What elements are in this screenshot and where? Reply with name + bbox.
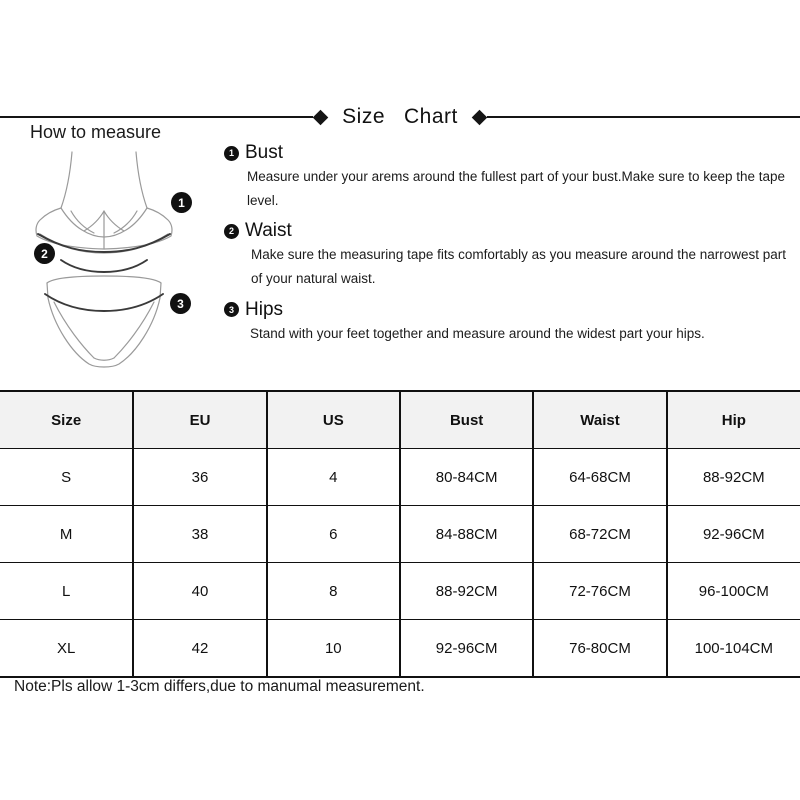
column-header-us: US	[265, 390, 400, 449]
cell-us: 8	[265, 562, 400, 620]
column-header-size: Size	[0, 390, 134, 449]
cell-waist: 64-68CM	[532, 448, 667, 506]
instruction-waist-title: Waist	[245, 220, 292, 242]
cell-us: 6	[265, 505, 400, 563]
instruction-bust-title: Bust	[245, 142, 284, 163]
cell-waist: 68-72CM	[532, 505, 667, 563]
diamond-icon-left	[312, 109, 329, 125]
table-header-row: Size EU US Bust Waist Hip	[0, 390, 800, 449]
cell-size: S	[0, 448, 134, 506]
measurement-note: Note:Pls allow 1-3cm differs,due to manu…	[14, 678, 425, 695]
table-row: L 40 8 88-92CM 72-76CM 96-100CM	[0, 562, 800, 620]
diagram-badge-1-bust: 1	[171, 192, 192, 213]
cell-waist: 72-76CM	[532, 562, 667, 620]
cell-hip: 92-96CM	[665, 505, 800, 563]
cell-bust: 92-96CM	[398, 619, 534, 678]
instruction-waist: 2 Waist Make sure the measuring tape fit…	[224, 220, 790, 290]
cell-eu: 42	[132, 619, 267, 678]
cell-us: 10	[265, 619, 400, 678]
measurement-instructions: 1 Bust Measure under your arems around t…	[224, 142, 790, 353]
instruction-hips: 3 Hips Stand with your feet together and…	[224, 299, 790, 346]
diamond-icon-right	[471, 109, 488, 125]
instruction-hips-heading: 3 Hips	[224, 299, 790, 321]
table-body: S 36 4 80-84CM 64-68CM 88-92CM M 38 6 84…	[0, 448, 800, 678]
cell-bust: 88-92CM	[398, 562, 534, 620]
cell-waist: 76-80CM	[532, 619, 667, 678]
column-header-hip: Hip	[665, 390, 800, 449]
cell-bust: 80-84CM	[398, 448, 534, 506]
cell-size: M	[0, 505, 134, 563]
lingerie-measurement-diagram: 1 2 3	[14, 148, 219, 373]
cell-size: L	[0, 562, 134, 620]
instruction-waist-body: Make sure the measuring tape fits comfor…	[251, 247, 787, 286]
instruction-bust-body: Measure under your arems around the full…	[247, 169, 786, 208]
diagram-badge-2-waist: 2	[34, 243, 55, 264]
title-rule-left	[0, 116, 314, 118]
how-to-measure-label: How to measure	[30, 122, 162, 142]
page-title: Size Chart	[342, 105, 458, 128]
table-row: M 38 6 84-88CM 68-72CM 92-96CM	[0, 505, 800, 563]
title-rule-right	[486, 116, 800, 118]
cell-us: 4	[265, 448, 400, 506]
size-chart-table: Size EU US Bust Waist Hip S 36 4 80-84CM…	[0, 390, 800, 678]
table-header: Size EU US Bust Waist Hip	[0, 390, 800, 449]
diagram-badge-3-hips: 3	[170, 293, 191, 314]
instruction-hips-body: Stand with your feet together and measur…	[250, 325, 705, 341]
cell-hip: 88-92CM	[665, 448, 800, 506]
cell-eu: 36	[132, 448, 267, 506]
numbered-badge-2-icon: 2	[224, 223, 239, 239]
column-header-waist: Waist	[532, 390, 667, 449]
instruction-waist-heading: 2 Waist	[224, 220, 790, 242]
cell-bust: 84-88CM	[398, 505, 534, 563]
instruction-hips-title: Hips	[245, 298, 284, 320]
instruction-bust: 1 Bust Measure under your arems around t…	[224, 142, 790, 212]
cell-size: XL	[0, 619, 134, 678]
cell-hip: 96-100CM	[665, 562, 800, 620]
cell-hip: 100-104CM	[665, 619, 800, 678]
numbered-badge-3-icon: 3	[224, 302, 239, 317]
table-row: XL 42 10 92-96CM 76-80CM 100-104CM	[0, 619, 800, 678]
waist-measure-line	[60, 259, 148, 273]
numbered-badge-1-icon: 1	[224, 145, 239, 161]
table-row: S 36 4 80-84CM 64-68CM 88-92CM	[0, 448, 800, 506]
cell-eu: 38	[132, 505, 267, 563]
cell-eu: 40	[132, 562, 267, 620]
column-header-eu: EU	[132, 390, 267, 449]
hip-measure-line	[44, 293, 164, 312]
instruction-bust-heading: 1 Bust	[224, 142, 790, 164]
column-header-bust: Bust	[398, 390, 534, 449]
